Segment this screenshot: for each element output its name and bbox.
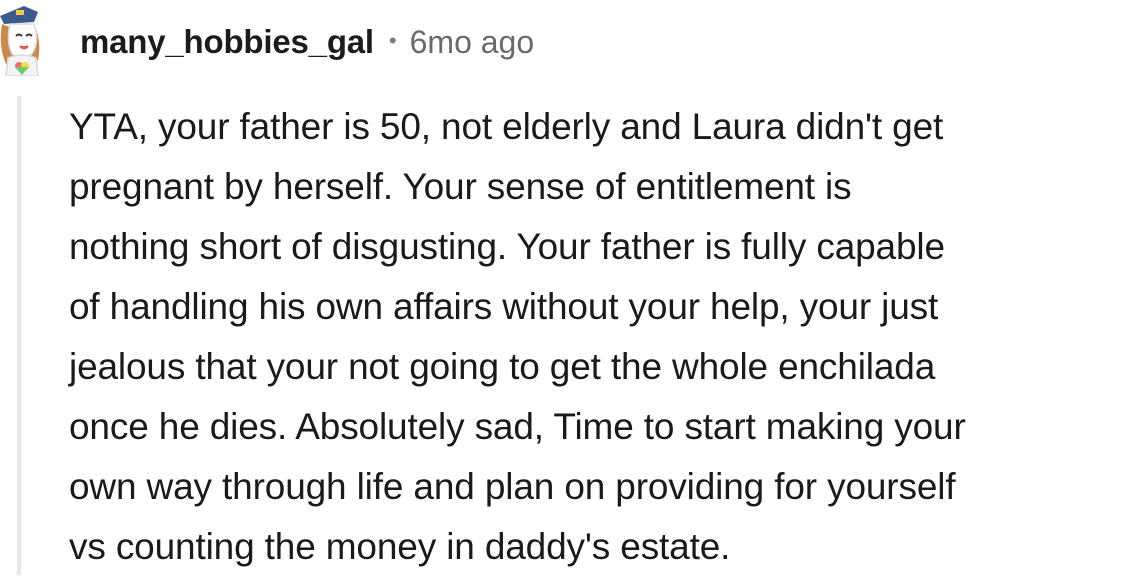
comment-body-line: nothing short of disgusting. Your father… <box>69 226 945 267</box>
user-avatar[interactable] <box>0 2 52 77</box>
comment-body-line: of handling his own affairs without your… <box>69 286 939 327</box>
comment-body-line: own way through life and plan on providi… <box>69 466 956 507</box>
comment-body-line: pregnant by herself. Your sense of entit… <box>69 166 852 207</box>
comment: many_hobbies_gal • 6mo ago YTA, your fat… <box>0 0 1141 575</box>
comment-timestamp[interactable]: 6mo ago <box>410 24 535 61</box>
meta-separator: • <box>388 28 397 53</box>
comment-body-line: once he dies. Absolutely sad, Time to st… <box>69 406 966 447</box>
comment-header: many_hobbies_gal • 6mo ago <box>80 20 534 64</box>
cartoon-avatar-icon <box>0 6 40 77</box>
comment-body-line: vs counting the money in daddy's estate. <box>69 526 731 567</box>
comment-body-line: YTA, your father is 50, not elderly and … <box>69 106 944 147</box>
thread-collapse-line[interactable] <box>17 96 21 575</box>
author-username[interactable]: many_hobbies_gal <box>80 23 374 61</box>
comment-body: YTA, your father is 50, not elderly and … <box>69 97 1139 577</box>
comment-body-line: jealous that your not going to get the w… <box>69 346 936 387</box>
